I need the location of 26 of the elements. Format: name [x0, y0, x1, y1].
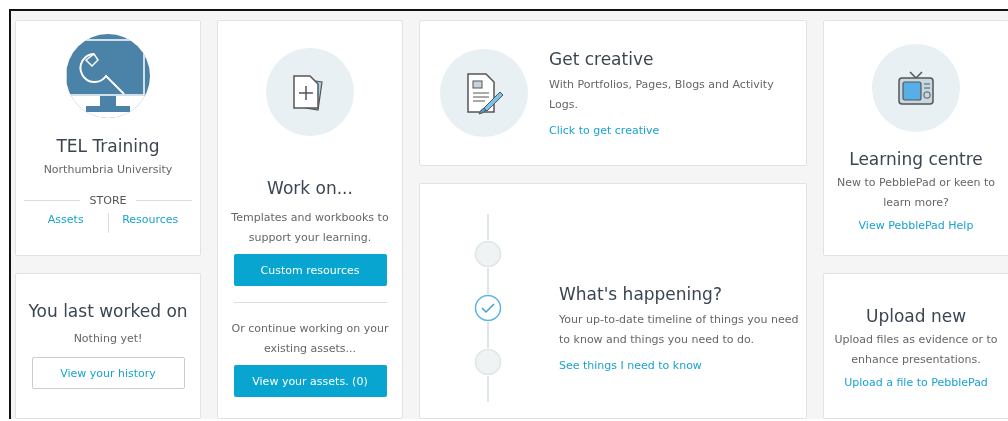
card-text: With Portfolios, Pages, Blogs and Activity Logs.: [549, 76, 775, 113]
card-text: Upload files as evidence or to enhance presentations.: [833, 332, 999, 368]
timeline-link[interactable]: See things I need to know: [559, 359, 702, 372]
custom-resources-button[interactable]: Custom resources: [233, 254, 387, 286]
card-title: What's happening?: [559, 284, 723, 304]
profile-name: TEL Training: [56, 136, 160, 156]
store-link[interactable]: Resources: [108, 213, 192, 233]
get-creative-link[interactable]: Click to get creative: [549, 123, 660, 137]
card-title: Work on...: [267, 178, 353, 198]
card-title: Upload new: [865, 306, 967, 326]
card-title: You last worked on: [28, 301, 188, 321]
card-text: Your up-to-date timeline of things you need to know and things you need to do.: [559, 312, 799, 348]
tv-icon: [896, 68, 936, 108]
card-text: Nothing yet!: [73, 331, 143, 347]
card-title: Get creative: [549, 48, 655, 69]
card-text: Or continue working on your existing assets...: [230, 321, 390, 357]
help-link[interactable]: View PebblePad Help: [858, 219, 974, 232]
history-button[interactable]: View your history: [31, 357, 185, 389]
view-assets-button[interactable]: View your assets. (0): [233, 365, 387, 397]
card-title: Learning centre: [849, 149, 983, 169]
upload-link[interactable]: Upload a file to PebblePad: [844, 376, 988, 389]
organisation-name: Northumbria University: [43, 162, 173, 178]
card-text: New to PebblePad or keen to learn more?: [836, 175, 996, 211]
store-label: STORE: [89, 194, 127, 207]
card-text: Templates and workbooks to support your learning.: [230, 210, 390, 246]
store-link[interactable]: Assets: [24, 213, 108, 233]
